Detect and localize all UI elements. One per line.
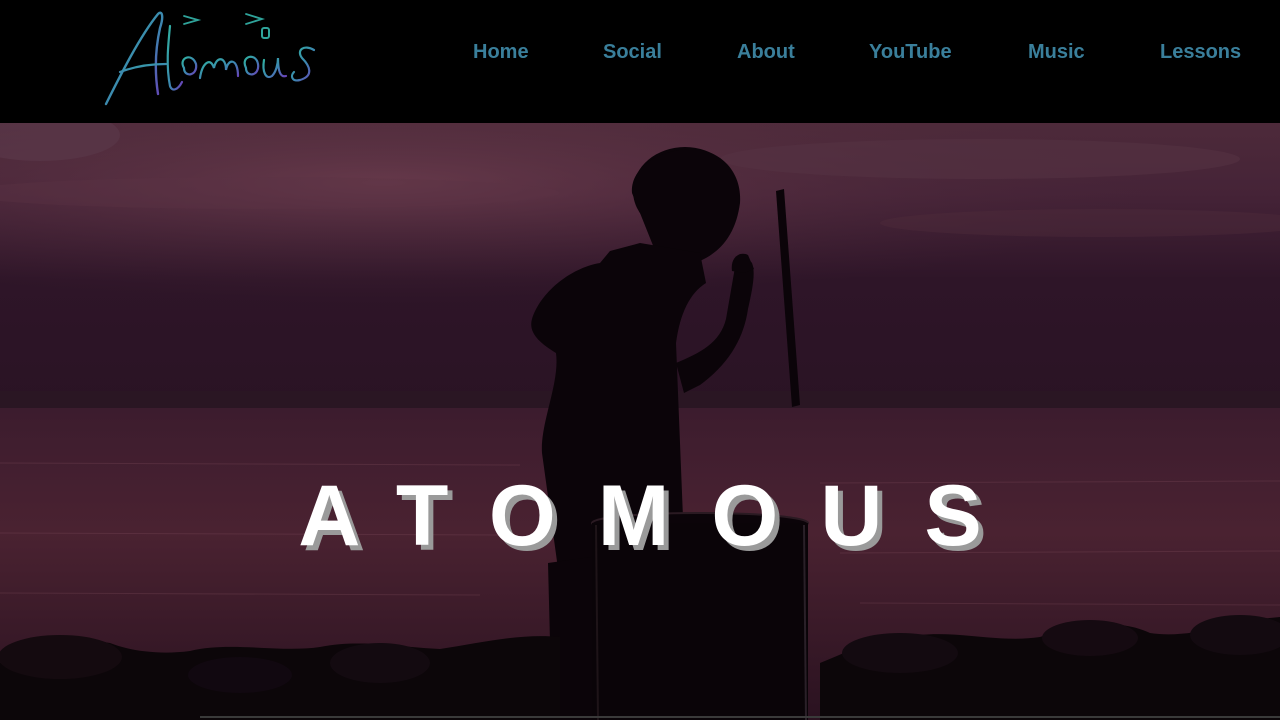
nav-home-link[interactable]: Home — [473, 38, 529, 66]
nav-music-link[interactable]: Music — [1028, 38, 1085, 66]
nav-social-link[interactable]: Social — [603, 38, 662, 66]
nav-about-link[interactable]: About — [737, 38, 795, 66]
nav-lessons-link[interactable]: Lessons — [1160, 38, 1241, 66]
divider — [200, 716, 1280, 718]
site-header: Home Social About YouTube Music Lessons — [0, 0, 1280, 123]
hero-background-image — [0, 123, 1280, 720]
hero-section: ATOMOUS — [0, 123, 1280, 720]
nav-youtube-link[interactable]: YouTube — [869, 38, 952, 66]
hero-title: ATOMOUS — [298, 467, 1024, 564]
main-nav: Home Social About YouTube Music Lessons — [0, 38, 1280, 66]
page: Home Social About YouTube Music Lessons — [0, 0, 1280, 720]
